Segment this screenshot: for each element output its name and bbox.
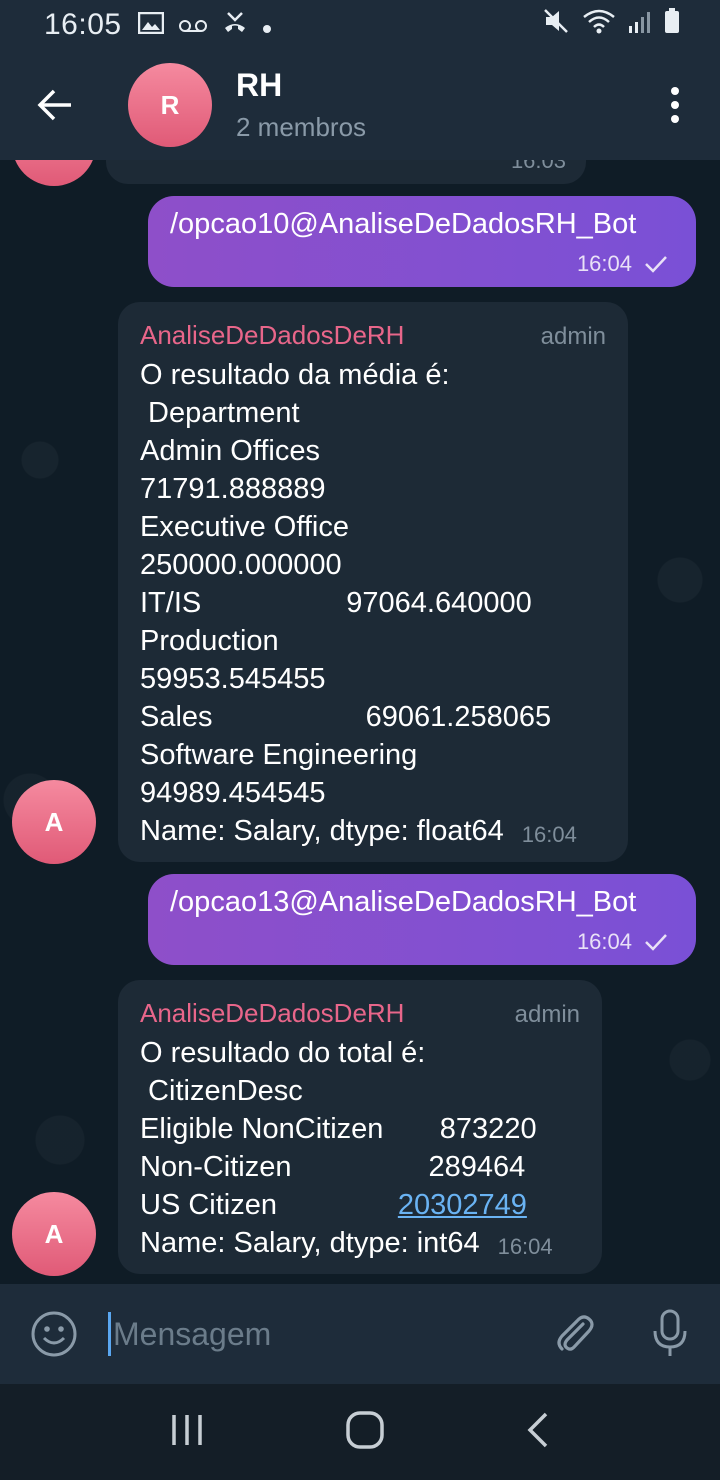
- message-line: IT/IS 97064.640000: [140, 587, 532, 619]
- message-bubble-partial[interactable]: 16:03: [106, 160, 586, 184]
- recent-apps-button[interactable]: [170, 1413, 204, 1452]
- chat-title: RH: [236, 67, 283, 103]
- message-time: 16:04: [576, 251, 632, 276]
- message-time: 16:04: [576, 929, 632, 954]
- status-bar: 16:05: [0, 0, 720, 50]
- home-button[interactable]: [345, 1410, 385, 1455]
- message-line: Admin Offices: [140, 435, 320, 467]
- missed-call-icon: [222, 8, 248, 42]
- message-line: 94989.454545: [140, 777, 326, 809]
- smiley-icon: [31, 1311, 77, 1357]
- message-line: Name: Salary, dtype: float64: [140, 815, 504, 847]
- battery-icon: [664, 8, 680, 42]
- chat-info[interactable]: RH 2 membros: [236, 67, 366, 143]
- message-time: 16:03: [510, 160, 566, 173]
- kebab-menu-icon: [671, 87, 679, 123]
- sender-avatar[interactable]: A: [12, 780, 96, 864]
- message-line: O resultado do total é:: [140, 1037, 426, 1069]
- arrow-left-icon: [37, 89, 71, 121]
- message-line: 59953.545455: [140, 663, 326, 695]
- attach-button[interactable]: [530, 1312, 620, 1356]
- dot-icon: [262, 8, 272, 42]
- voice-message-button[interactable]: [620, 1309, 720, 1359]
- message-line: Non-Citizen 289464: [140, 1151, 526, 1183]
- message-line: 71791.888889: [140, 473, 326, 505]
- checkmark-icon: [645, 934, 667, 951]
- message-time: 16:04: [497, 1234, 553, 1259]
- message-line: O resultado da média é:: [140, 359, 450, 391]
- message-input[interactable]: Mensagem: [108, 1312, 530, 1356]
- admin-badge: admin: [514, 1001, 580, 1028]
- message-line: 250000.000000: [140, 549, 342, 581]
- message-input-bar: Mensagem: [0, 1284, 720, 1384]
- chevron-left-icon: [527, 1412, 547, 1447]
- message-line: Name: Salary, dtype: int64: [140, 1227, 480, 1259]
- message-line-us-citizen: US Citizen 20302749: [140, 1186, 580, 1224]
- message-line: CitizenDesc: [140, 1075, 303, 1107]
- chat-header: R RH 2 membros: [0, 50, 720, 160]
- member-count: 2 membros: [236, 112, 367, 142]
- paperclip-icon: [557, 1315, 594, 1351]
- system-nav-bar: [0, 1384, 720, 1480]
- group-avatar[interactable]: R: [128, 63, 212, 147]
- incoming-message[interactable]: AnaliseDeDadosDeRH admin O resultado da …: [118, 302, 628, 862]
- wifi-icon: [582, 8, 616, 42]
- recents-icon: [172, 1414, 203, 1445]
- message-line: Software Engineering: [140, 739, 418, 771]
- outgoing-message[interactable]: /opcao13@AnaliseDeDadosRH_Bot 16:04: [148, 874, 696, 965]
- mute-icon: [542, 8, 570, 42]
- signal-icon: [628, 8, 652, 42]
- message-line: Sales 69061.258065: [140, 701, 552, 733]
- incoming-message[interactable]: AnaliseDeDadosDeRH admin O resultado do …: [118, 980, 602, 1274]
- system-back-button[interactable]: [526, 1412, 550, 1453]
- message-line: Production: [140, 625, 279, 657]
- sender-avatar[interactable]: A: [12, 1192, 96, 1276]
- text-caret: [108, 1312, 111, 1356]
- microphone-icon: [653, 1309, 687, 1356]
- sender-name[interactable]: AnaliseDeDadosDeRH: [140, 316, 404, 354]
- message-text: /opcao10@AnaliseDeDadosRH_Bot: [170, 208, 637, 240]
- message-text: US Citizen: [140, 1189, 398, 1221]
- voicemail-icon: [178, 8, 208, 42]
- checkmark-icon: [645, 256, 667, 273]
- outgoing-message[interactable]: /opcao10@AnaliseDeDadosRH_Bot 16:04: [148, 196, 696, 287]
- emoji-button[interactable]: [0, 1310, 108, 1358]
- message-list[interactable]: 16:03 /opcao10@AnaliseDeDadosRH_Bot 16:0…: [0, 160, 720, 1284]
- message-text: /opcao13@AnaliseDeDadosRH_Bot: [170, 886, 637, 918]
- message-time: 16:04: [521, 822, 577, 847]
- home-icon: [346, 1410, 384, 1449]
- more-options-button[interactable]: [630, 50, 720, 160]
- image-icon: [137, 8, 164, 42]
- sender-name[interactable]: AnaliseDeDadosDeRH: [140, 994, 404, 1032]
- message-line: Eligible NonCitizen 873220: [140, 1113, 537, 1145]
- input-placeholder: Mensagem: [113, 1315, 272, 1352]
- back-button[interactable]: [0, 50, 110, 160]
- status-time: 16:05: [44, 8, 122, 41]
- message-line: Executive Office: [140, 511, 350, 543]
- admin-badge: admin: [540, 323, 606, 350]
- sender-avatar[interactable]: [12, 160, 96, 186]
- message-line: Department: [140, 397, 300, 429]
- phone-number-link[interactable]: 20302749: [398, 1189, 527, 1221]
